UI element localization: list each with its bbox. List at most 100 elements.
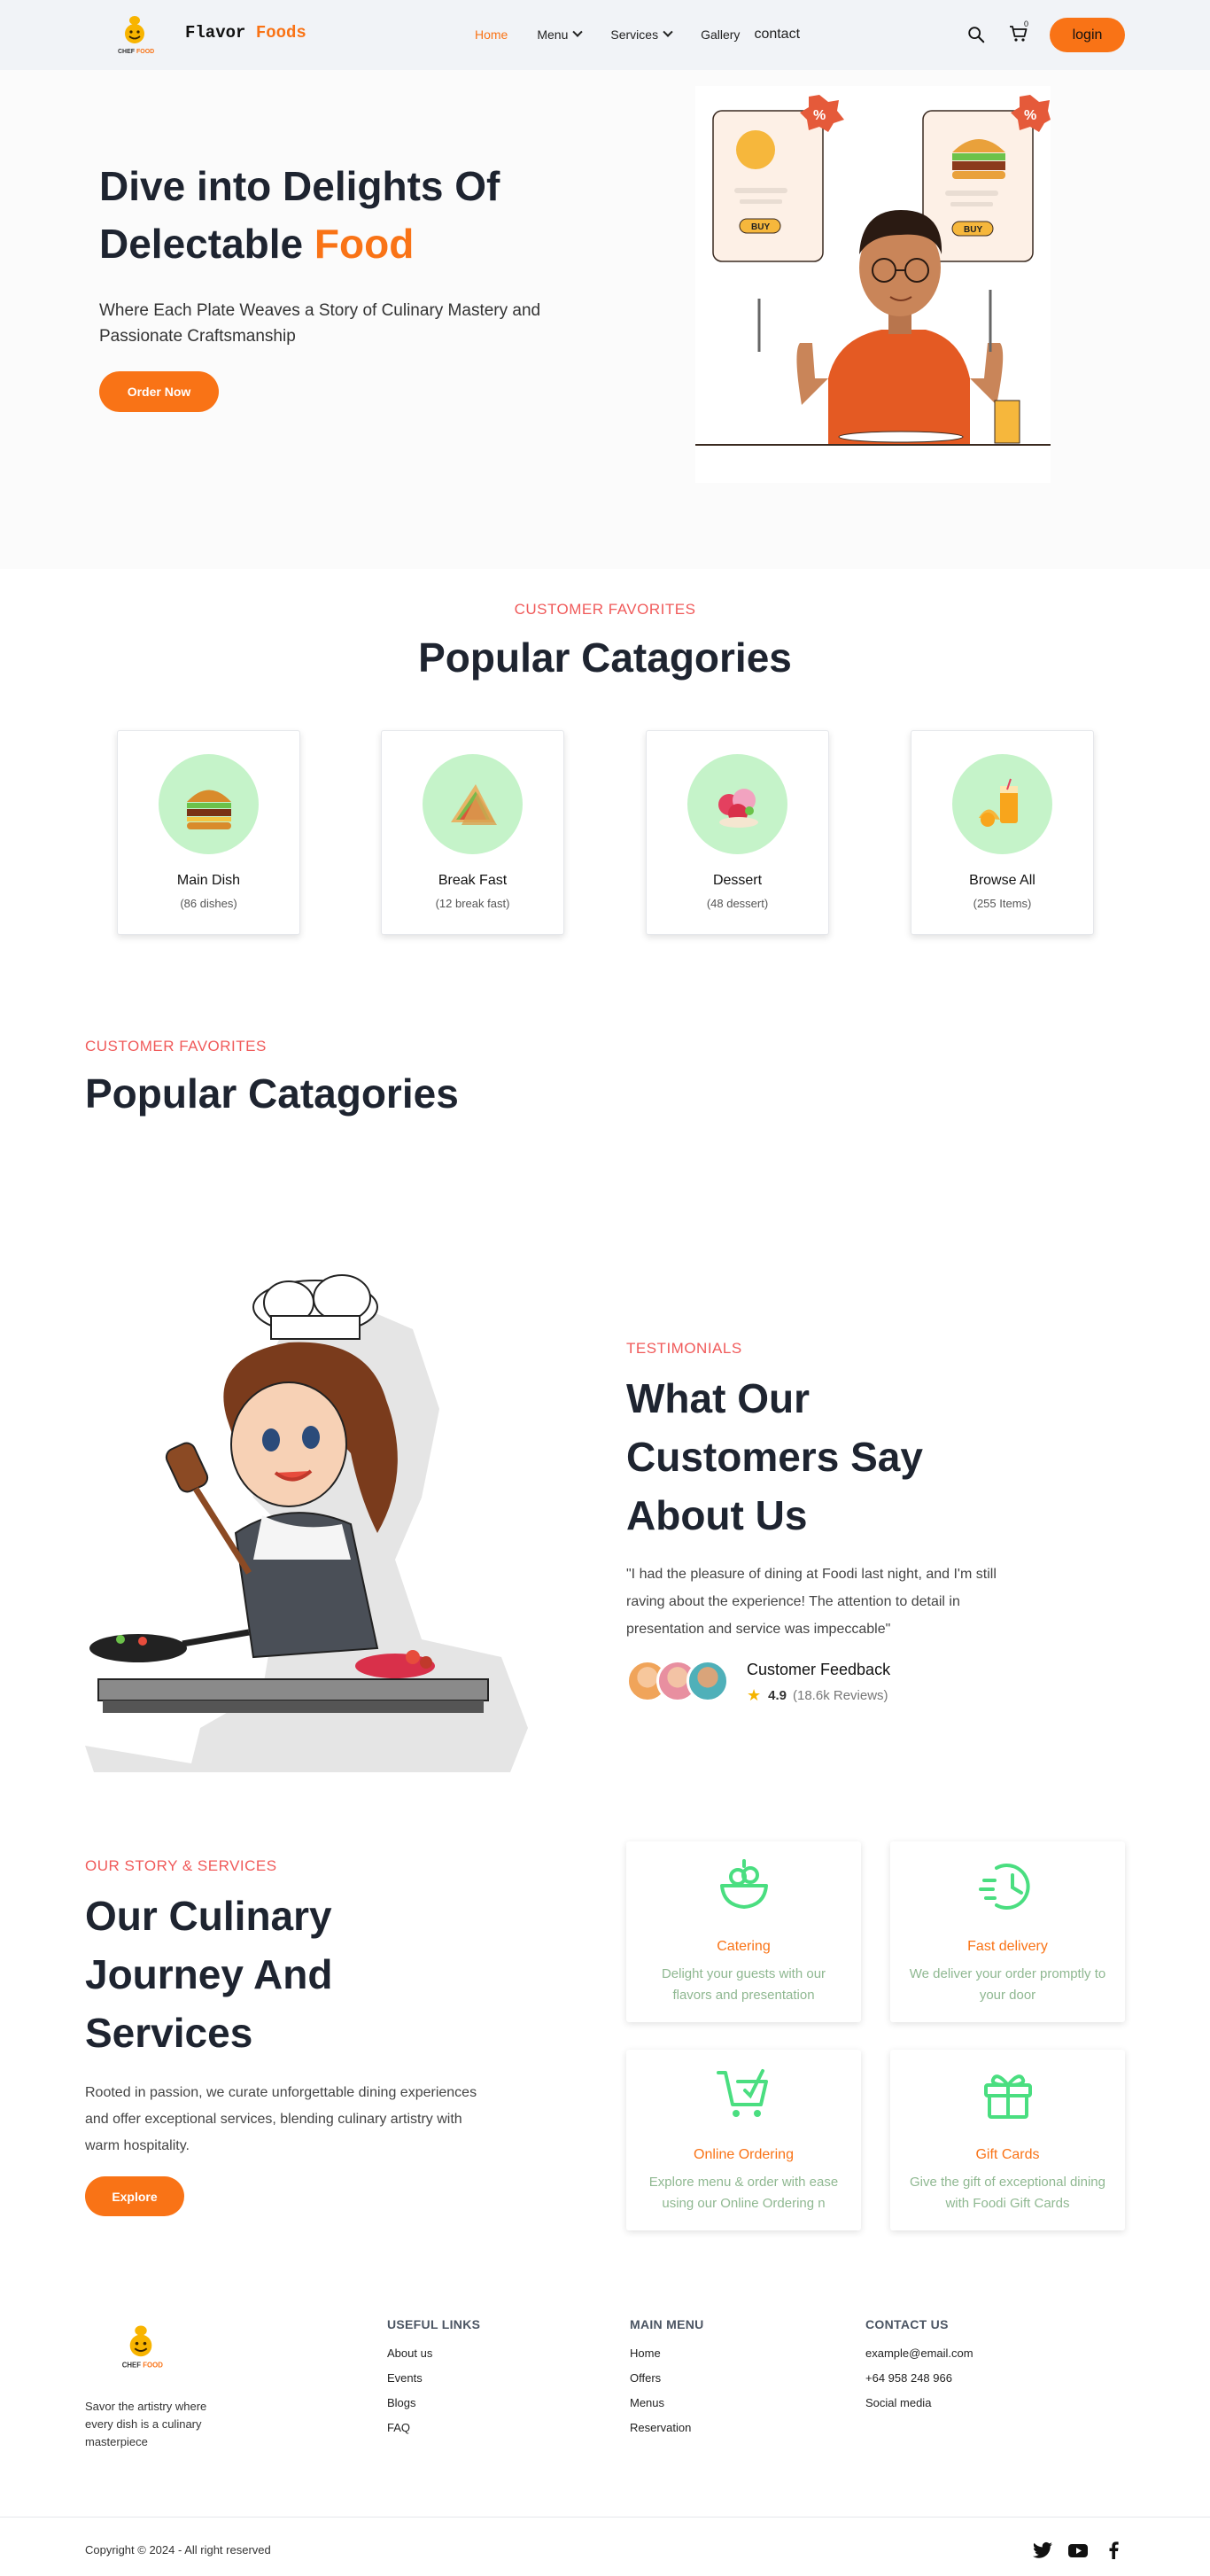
footer-divider <box>0 2517 1210 2518</box>
cart-count-badge: 0 <box>1024 19 1029 28</box>
nav-services-label: Services <box>610 27 659 42</box>
category-card-main-dish[interactable]: Main Dish (86 dishes) <box>117 730 300 935</box>
service-name: Gift Cards <box>975 2147 1040 2162</box>
rating-value: 4.9 <box>768 1688 787 1703</box>
facebook-icon[interactable] <box>1102 2540 1125 2561</box>
youtube-icon[interactable] <box>1067 2540 1090 2561</box>
twitter-icon[interactable] <box>1031 2540 1054 2561</box>
person-with-food-illustration: BUY % BUY % <box>695 95 1051 446</box>
nav-services[interactable]: Services <box>610 27 673 42</box>
explore-button[interactable]: Explore <box>85 2176 184 2216</box>
footer-link-home[interactable]: Home <box>630 2346 704 2371</box>
footer-link-events[interactable]: Events <box>387 2371 480 2396</box>
footer-logo[interactable]: CHEF FOOD <box>117 2322 165 2371</box>
search-icon[interactable] <box>966 25 986 44</box>
footer-link-reservation[interactable]: Reservation <box>630 2421 704 2446</box>
services-title: Our Culinary Journey And Services <box>85 1893 333 2056</box>
service-description: Give the gift of exceptional dining with… <box>910 2175 1105 2211</box>
service-name: Catering <box>717 1939 771 1954</box>
chef-logo-icon: CHEF FOOD <box>122 2325 163 2370</box>
logo[interactable]: CHEF FOOD <box>113 12 156 57</box>
categories-eyebrow: CUSTOMER FAVORITES <box>514 601 696 618</box>
category-count: (12 break fast) <box>435 897 510 910</box>
feedback-title: Customer Feedback <box>747 1661 891 1678</box>
service-card-gift-cards[interactable]: Gift Cards Give the gift of exceptional … <box>890 2050 1125 2230</box>
chevron-down-icon <box>663 27 673 37</box>
copyright: Copyright © 2024 - All right reserved <box>85 2543 271 2557</box>
footer-link-menus[interactable]: Menus <box>630 2396 704 2421</box>
top-navbar: CHEF FOOD Flavor Foods Home Menu Service… <box>0 0 1210 70</box>
footer-link-phone[interactable]: +64 958 248 966 <box>865 2371 973 2396</box>
footer-link-email[interactable]: example@email.com <box>865 2346 973 2371</box>
footer-link-social[interactable]: Social media <box>865 2396 973 2421</box>
service-card-fast-delivery[interactable]: Fast delivery We deliver your order prom… <box>890 1841 1125 2022</box>
chef-illustration <box>85 1267 590 1781</box>
nav-gallery-label: Gallery <box>701 27 741 42</box>
category-card-browse-all[interactable]: Browse All (255 Items) <box>911 730 1094 935</box>
testimonials-eyebrow: TESTIMONIALS <box>626 1340 742 1357</box>
login-button[interactable]: login <box>1050 18 1125 52</box>
girl-chef-cooking-illustration <box>85 1274 528 1772</box>
categories-secondary-eyebrow: CUSTOMER FAVORITES <box>85 1038 267 1055</box>
category-name: Main Dish <box>176 873 241 888</box>
service-description: Delight your guests with our flavors and… <box>661 1966 826 2003</box>
salad-bowl-icon <box>720 1859 768 1909</box>
hero-subtitle: Where Each Plate Weaves a Story of Culin… <box>99 301 541 346</box>
brand-name[interactable]: Flavor Foods <box>185 23 306 43</box>
nav-menu-label: Menu <box>537 27 569 42</box>
main-nav: Home Menu Services Gallery contact <box>475 27 829 43</box>
fast-clock-icon <box>979 1864 1030 1910</box>
nav-contact[interactable]: contact <box>754 27 800 43</box>
svg-text:FOOD: FOOD <box>136 49 154 55</box>
svg-text:BUY: BUY <box>751 222 770 232</box>
category-name: Break Fast <box>438 873 508 888</box>
hero-title-line2-prefix: Delectable <box>99 221 304 267</box>
footer-col-contact: CONTACT US example@email.com +64 958 248… <box>865 2317 973 2421</box>
footer-col-useful-links: USEFUL LINKS About us Events Blogs FAQ <box>387 2317 480 2446</box>
footer-heading: CONTACT US <box>865 2317 949 2331</box>
category-icon-wrap <box>423 754 523 854</box>
testimonials-title: What Our Customers Say About Us <box>626 1375 923 1538</box>
brand-part1: Flavor <box>185 23 246 43</box>
nav-contact-label: contact <box>754 27 801 42</box>
hero-title: Dive into Delights Of Delectable Food <box>99 158 666 273</box>
svg-text:%: % <box>813 108 826 123</box>
categories-title: Popular Catagories <box>418 634 792 681</box>
footer-link-offers[interactable]: Offers <box>630 2371 704 2396</box>
category-name: Dessert <box>712 873 763 888</box>
category-count: (86 dishes) <box>180 897 237 910</box>
svg-text:CHEF: CHEF <box>122 2362 142 2370</box>
category-name: Browse All <box>969 873 1035 888</box>
category-card-break-fast[interactable]: Break Fast (12 break fast) <box>381 730 564 935</box>
footer-tagline: Savor the artistry where every dish is a… <box>85 2400 207 2448</box>
category-card-dessert[interactable]: Dessert (48 dessert) <box>646 730 829 935</box>
service-card-catering[interactable]: Catering Delight your guests with our fl… <box>626 1841 861 2022</box>
footer-col-main-menu: MAIN MENU Home Offers Menus Reservation <box>630 2317 704 2446</box>
hero-title-accent: Food <box>314 221 415 267</box>
nav-home[interactable]: Home <box>475 27 508 42</box>
service-name: Online Ordering <box>694 2147 794 2162</box>
order-now-button[interactable]: Order Now <box>99 371 219 412</box>
burger-icon <box>186 790 231 829</box>
service-card-online-ordering[interactable]: Online Ordering Explore menu & order wit… <box>626 2050 861 2230</box>
category-count: (48 dessert) <box>706 897 769 910</box>
cart-check-icon <box>717 2069 768 2117</box>
chevron-down-icon <box>572 27 584 37</box>
service-description: Explore menu & order with ease using our… <box>648 2175 839 2211</box>
svg-text:FOOD: FOOD <box>143 2362 163 2370</box>
footer-link-about[interactable]: About us <box>387 2346 480 2371</box>
svg-text:BUY: BUY <box>964 225 982 235</box>
category-count: (255 Items) <box>973 897 1032 910</box>
testimonial-quote: "I had the pleasure of dining at Foodi l… <box>626 1567 997 1637</box>
customer-avatars <box>626 1660 733 1704</box>
nav-home-label: Home <box>475 27 508 42</box>
star-icon: ★ <box>747 1686 762 1704</box>
nav-menu[interactable]: Menu <box>537 27 584 42</box>
footer-link-blogs[interactable]: Blogs <box>387 2396 480 2421</box>
svg-text:CHEF: CHEF <box>118 49 136 55</box>
nav-gallery[interactable]: Gallery <box>701 27 740 42</box>
service-name: Fast delivery <box>967 1939 1048 1954</box>
gift-icon <box>984 2074 1032 2119</box>
sandwich-icon <box>450 783 497 825</box>
footer-link-faq[interactable]: FAQ <box>387 2421 480 2446</box>
